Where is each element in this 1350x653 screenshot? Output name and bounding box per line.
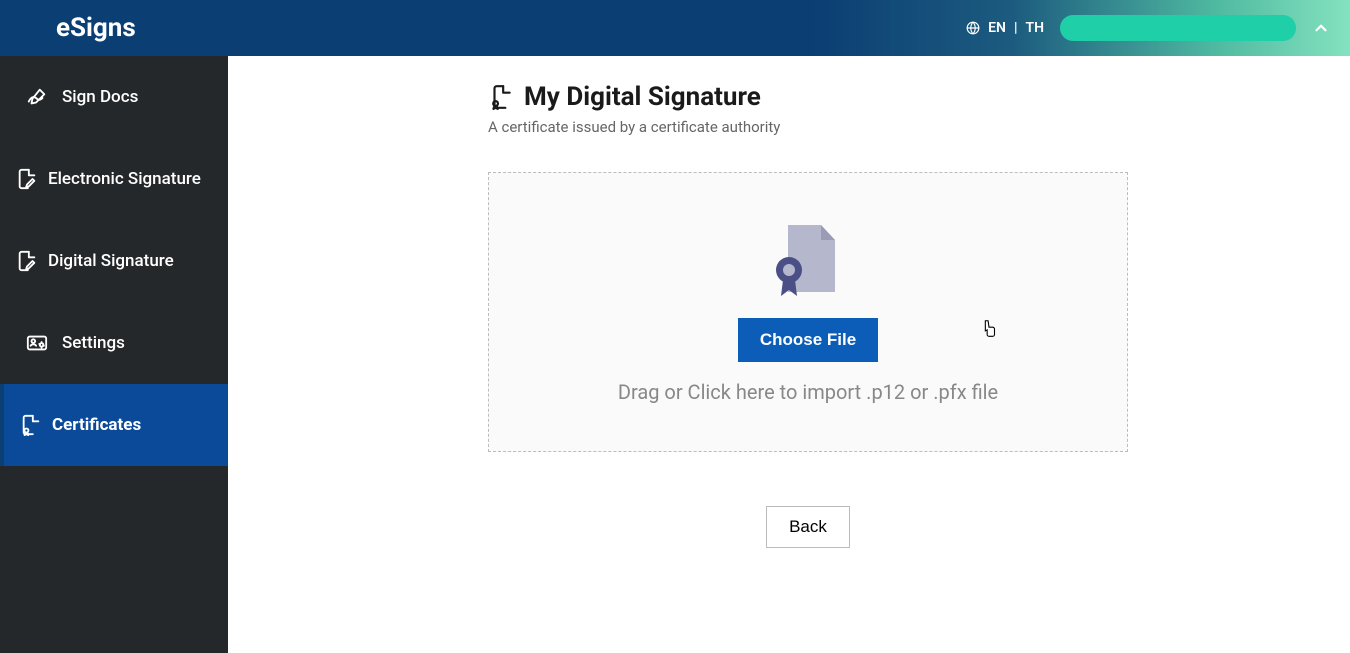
chevron-up-icon[interactable] [1312, 19, 1330, 37]
document-certificate-icon [488, 84, 514, 110]
drop-hint-text: Drag or Click here to import .p12 or .pf… [618, 380, 998, 404]
sidebar: Sign Docs Electronic Signature Digit [0, 56, 228, 653]
sidebar-item-digital-signature[interactable]: Digital Signature [0, 220, 228, 302]
page-subtitle: A certificate issued by a certificate au… [488, 118, 780, 136]
sidebar-item-settings[interactable]: Settings [0, 302, 228, 384]
sidebar-item-label: Settings [62, 333, 125, 353]
language-switcher[interactable]: EN | TH [966, 20, 1044, 36]
choose-file-button[interactable]: Choose File [738, 318, 878, 362]
sidebar-item-sign-docs[interactable]: Sign Docs [0, 56, 228, 138]
globe-icon [966, 21, 980, 35]
sidebar-item-certificates[interactable]: Certificates [0, 384, 228, 466]
back-button[interactable]: Back [766, 506, 850, 548]
lang-secondary-label: TH [1025, 20, 1044, 36]
sidebar-item-label: Sign Docs [62, 87, 138, 107]
header-right: EN | TH [966, 15, 1330, 41]
sidebar-item-label: Certificates [52, 415, 141, 435]
page-head: My Digital Signature A certificate issue… [488, 82, 1208, 136]
document-edit-icon [16, 168, 38, 190]
certificate-icon [20, 414, 42, 436]
lang-primary-label: EN [988, 20, 1006, 36]
sidebar-item-label: Electronic Signature [48, 169, 201, 189]
app-header: eSigns EN | TH [0, 0, 1350, 56]
pen-icon [26, 86, 48, 108]
lang-separator: | [1014, 20, 1018, 36]
upload-file-icon [773, 220, 843, 300]
main-content: My Digital Signature A certificate issue… [228, 56, 1350, 653]
document-edit-icon [16, 250, 38, 272]
file-dropzone[interactable]: Choose File Drag or Click here to import… [488, 172, 1128, 452]
page-title: My Digital Signature [524, 82, 761, 112]
user-pill[interactable] [1060, 15, 1296, 41]
cursor-pointer-icon [978, 318, 1000, 340]
sidebar-item-label: Digital Signature [48, 251, 174, 271]
badge-gear-icon [26, 332, 48, 354]
sidebar-item-electronic-signature[interactable]: Electronic Signature [0, 138, 228, 220]
app-logo: eSigns [56, 13, 136, 43]
